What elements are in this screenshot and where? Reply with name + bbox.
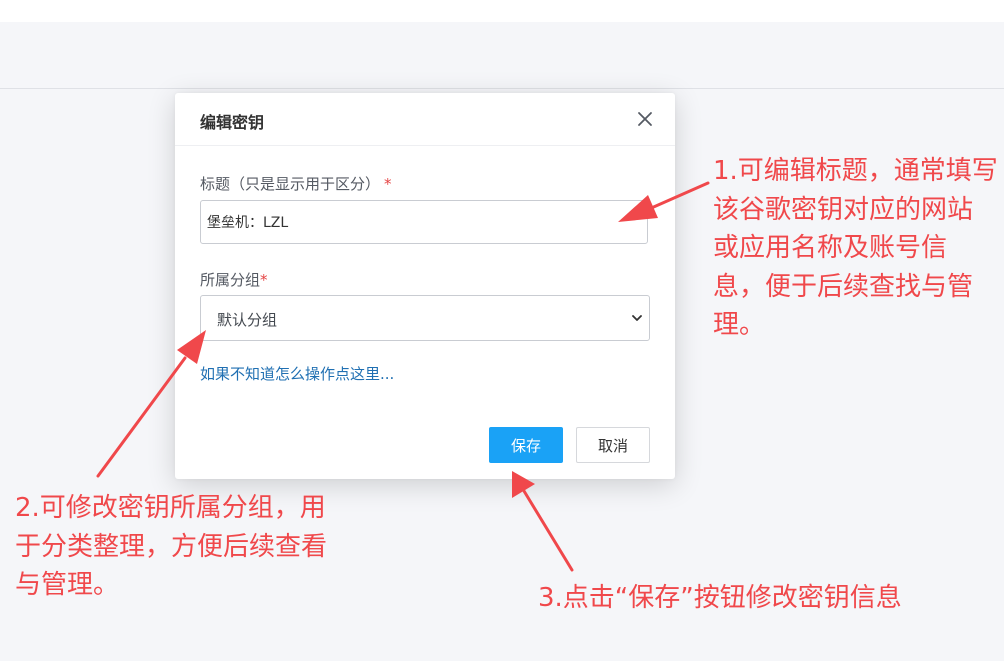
cancel-button[interactable]: 取消 bbox=[576, 427, 650, 463]
header-divider bbox=[0, 88, 1004, 89]
group-select-value: 默认分组 bbox=[217, 311, 278, 329]
required-mark: * bbox=[260, 271, 268, 289]
title-input[interactable] bbox=[200, 200, 648, 244]
title-label-text: 标题（只是显示用于区分） bbox=[200, 175, 381, 193]
required-mark: * bbox=[384, 175, 392, 193]
group-field-label: 所属分组* bbox=[200, 269, 268, 290]
annotation-note-3: 3.点击“保存”按钮修改密钥信息 bbox=[538, 583, 902, 613]
close-button[interactable] bbox=[635, 109, 655, 129]
save-button[interactable]: 保存 bbox=[489, 427, 563, 463]
edit-key-dialog: 编辑密钥 标题（只是显示用于区分）* 所属分组* 默认分组 如果不知道怎么操作点… bbox=[175, 93, 675, 479]
group-label-text: 所属分组 bbox=[200, 271, 261, 289]
arrow-to-save-button bbox=[512, 471, 574, 572]
dialog-header: 编辑密钥 bbox=[175, 93, 675, 146]
annotation-note-2: 2.可修改密钥所属分组，用于分类整理，方便后续查看与管理。 bbox=[15, 493, 328, 600]
help-link[interactable]: 如果不知道怎么操作点这里... bbox=[200, 363, 394, 384]
chevron-down-icon bbox=[632, 315, 642, 321]
close-icon bbox=[638, 112, 652, 126]
group-select[interactable]: 默认分组 bbox=[200, 295, 650, 341]
dialog-title: 编辑密钥 bbox=[200, 113, 265, 132]
title-field-label: 标题（只是显示用于区分） * bbox=[200, 173, 392, 194]
top-bar bbox=[0, 0, 1004, 22]
annotation-note-1: 1.可编辑标题，通常填写该谷歌密钥对应的网站或应用名称及账号信息，便于后续查找与… bbox=[713, 156, 998, 340]
